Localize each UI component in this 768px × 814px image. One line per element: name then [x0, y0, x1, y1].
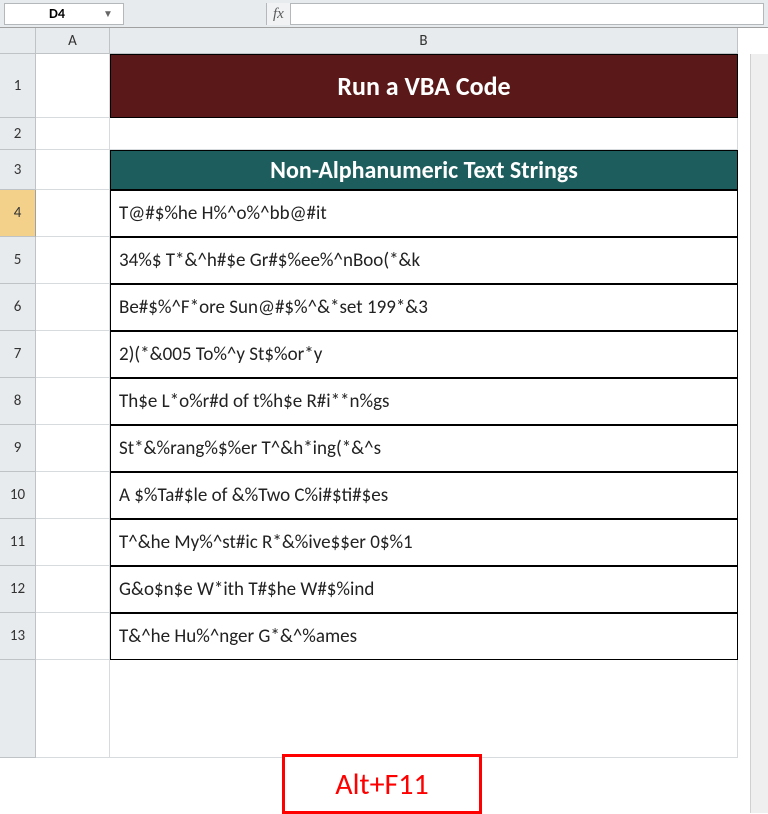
cell-B12[interactable]: G&o$n$e W*ith T#$he W#$%ind [110, 566, 738, 613]
cell-A13[interactable] [36, 613, 110, 660]
cell-B14[interactable] [110, 660, 738, 758]
name-box[interactable]: D4 ▼ [4, 3, 124, 25]
table-header-cell[interactable]: Non-Alphanumeric Text Strings [110, 150, 738, 190]
column-headers: A B [36, 28, 768, 54]
cell-B13[interactable]: T&^he Hu%^nger G*&^%ames [110, 613, 738, 660]
cell-A11[interactable] [36, 519, 110, 566]
spreadsheet-grid: 1 2 3 4 5 6 7 8 9 10 11 12 13 A B Run a … [0, 28, 768, 813]
title-cell[interactable]: Run a VBA Code [110, 54, 738, 118]
name-box-dropdown-icon[interactable]: ▼ [101, 7, 115, 20]
cell-B9[interactable]: St*&%rang%$%er T^&h*ing(*&^s [110, 425, 738, 472]
vertical-scrollbar[interactable] [750, 54, 768, 813]
cell-A12[interactable] [36, 566, 110, 613]
column-header-B[interactable]: B [110, 28, 738, 54]
select-all-corner[interactable] [0, 28, 36, 54]
cell-B4[interactable]: T@#$%he H%^o%^bb@#it [110, 190, 738, 237]
cell-A9[interactable] [36, 425, 110, 472]
row-header-column: 1 2 3 4 5 6 7 8 9 10 11 12 13 [0, 28, 36, 813]
cell-A6[interactable] [36, 284, 110, 331]
row-header-6[interactable]: 6 [0, 284, 36, 331]
cell-B7[interactable]: 2)(*&005 To%^y St$%or*y [110, 331, 738, 378]
row-header-3[interactable]: 3 [0, 150, 36, 190]
column-header-A[interactable]: A [36, 28, 110, 54]
row-header-5[interactable]: 5 [0, 237, 36, 284]
row-header-14[interactable] [0, 660, 36, 758]
fx-icon[interactable]: fx [266, 3, 291, 25]
row-header-13[interactable]: 13 [0, 613, 36, 660]
cell-A4[interactable] [36, 190, 110, 237]
name-box-value: D4 [13, 5, 101, 22]
row-header-4[interactable]: 4 [0, 190, 36, 237]
cell-B2[interactable] [110, 118, 738, 150]
formula-input[interactable] [291, 3, 764, 25]
cell-A7[interactable] [36, 331, 110, 378]
row-header-9[interactable]: 9 [0, 425, 36, 472]
grid-body: A B Run a VBA Code Non-Alphanumeric Text… [36, 28, 768, 813]
cell-B5[interactable]: 34%$ T*&^h#$e Gr#$%ee%^nBoo(*&k [110, 237, 738, 284]
cell-A2[interactable] [36, 118, 110, 150]
cell-A10[interactable] [36, 472, 110, 519]
cell-B10[interactable]: A $%Ta#$le of &%Two C%i#$ti#$es [110, 472, 738, 519]
keyboard-shortcut-annotation: Alt+F11 [282, 754, 482, 814]
row-header-2[interactable]: 2 [0, 118, 36, 150]
cell-B6[interactable]: Be#$%^F*ore Sun@#$%^&*set 199*&3 [110, 284, 738, 331]
cell-A3[interactable] [36, 150, 110, 190]
cell-A14[interactable] [36, 660, 110, 758]
row-header-12[interactable]: 12 [0, 566, 36, 613]
row-header-7[interactable]: 7 [0, 331, 36, 378]
cell-B8[interactable]: Th$e L*o%r#d of t%h$e R#i**n%gs [110, 378, 738, 425]
row-header-10[interactable]: 10 [0, 472, 36, 519]
row-header-11[interactable]: 11 [0, 519, 36, 566]
formula-bar: D4 ▼ fx [0, 0, 768, 28]
cell-area: Run a VBA Code Non-Alphanumeric Text Str… [36, 54, 768, 813]
cell-B11[interactable]: T^&he My%^st#ic R*&%ive$$er 0$%1 [110, 519, 738, 566]
cell-A8[interactable] [36, 378, 110, 425]
row-header-8[interactable]: 8 [0, 378, 36, 425]
cell-A1[interactable] [36, 54, 110, 118]
cell-A5[interactable] [36, 237, 110, 284]
row-header-1[interactable]: 1 [0, 54, 36, 118]
